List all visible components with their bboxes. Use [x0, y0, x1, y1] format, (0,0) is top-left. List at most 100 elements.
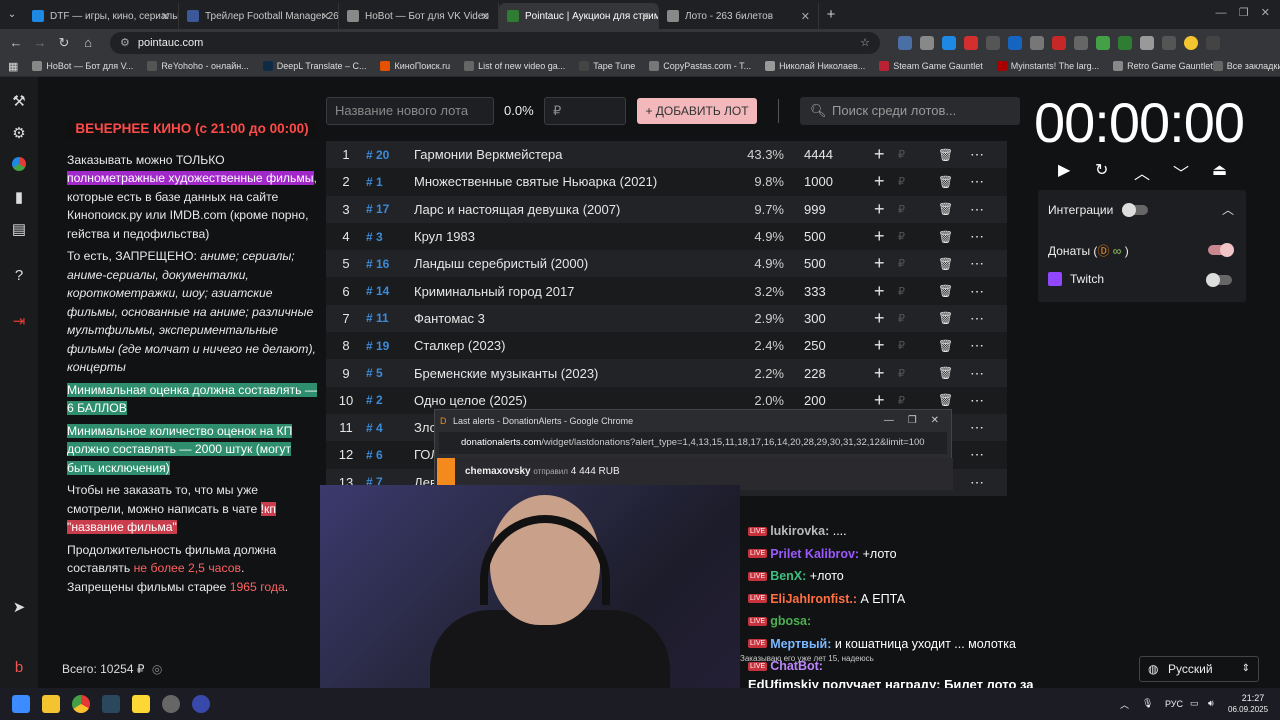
ruble-input[interactable]: ₽: [898, 257, 938, 270]
language-select[interactable]: ◍ Русский ⇕: [1139, 656, 1259, 682]
stats-icon[interactable]: ▮: [10, 189, 28, 207]
windows-start-icon[interactable]: [12, 695, 30, 713]
extension-icon[interactable]: [1118, 35, 1132, 50]
add-lot-button[interactable]: + ДОБАВИТЬ ЛОТ: [637, 98, 757, 124]
lot-amount[interactable]: 1000: [784, 174, 874, 189]
lot-amount[interactable]: 250: [784, 338, 874, 353]
lot-amount[interactable]: 228: [784, 366, 874, 381]
app-icon[interactable]: [192, 695, 210, 713]
lot-amount[interactable]: 500: [784, 229, 874, 244]
lot-name[interactable]: Ландыш серебристый (2000): [414, 256, 714, 271]
home-icon[interactable]: ⌂: [76, 35, 100, 50]
lot-row[interactable]: 2 # 1 Множественные святые Ньюарка (2021) 9…: [326, 168, 1007, 196]
more-icon[interactable]: ⋯: [962, 446, 992, 463]
forward-icon[interactable]: →: [28, 35, 52, 50]
close-icon[interactable]: ✕: [481, 10, 490, 23]
tab-search-icon[interactable]: ⌄: [0, 9, 24, 20]
bookmark[interactable]: Tape Tune: [579, 61, 635, 71]
lot-search-input[interactable]: 🔍︎ Поиск среди лотов...: [800, 97, 1020, 125]
file-explorer-icon[interactable]: [42, 695, 60, 713]
bookmark[interactable]: Steam Game Gauntlet: [879, 61, 983, 71]
trash-icon[interactable]: 🗑︎: [938, 311, 962, 325]
more-icon[interactable]: ⋯: [962, 201, 992, 218]
lot-name[interactable]: Ларс и настоящая девушка (2007): [414, 202, 714, 217]
add-amount-icon[interactable]: +: [874, 335, 898, 356]
lot-name[interactable]: Множественные святые Ньюарка (2021): [414, 174, 714, 189]
more-icon[interactable]: ⋯: [962, 365, 992, 382]
tab-dtf[interactable]: DTF — игры, кино, сериалы, р ✕: [24, 3, 179, 29]
extension-icon[interactable]: [964, 35, 978, 50]
apps-icon[interactable]: ▦: [8, 60, 18, 73]
bookmark[interactable]: List of new video ga...: [464, 61, 565, 71]
ruble-input[interactable]: ₽: [898, 175, 938, 188]
ruble-input[interactable]: ₽: [898, 230, 938, 243]
keyboard-language[interactable]: РУС: [1165, 699, 1183, 709]
reset-icon[interactable]: ↻: [1095, 160, 1108, 180]
lot-row[interactable]: 1 # 20 Гармонии Веркмейстера 43.3% 4444 + ₽ 🗑︎ ⋯: [326, 141, 1007, 169]
mic-icon[interactable]: 🎙︎: [1142, 698, 1153, 709]
lot-row[interactable]: 6 # 14 Криминальный город 2017 3.2% 333 + ₽ 🗑︎ ⋯: [326, 277, 1007, 305]
tab-loto[interactable]: Лото - 263 билетов ✕: [659, 3, 819, 29]
extension-icon[interactable]: [920, 35, 934, 50]
add-amount-icon[interactable]: +: [874, 171, 898, 192]
steam-icon[interactable]: [102, 695, 120, 713]
trash-icon[interactable]: 🗑︎: [938, 257, 962, 271]
new-tab-icon[interactable]: +: [819, 6, 843, 23]
trash-icon[interactable]: 🗑︎: [938, 339, 962, 353]
popup-url[interactable]: donationalerts.com/widget/lastdonations?…: [439, 432, 947, 454]
window-controls[interactable]: — ❐ ✕: [884, 410, 939, 432]
tray-chevron-icon[interactable]: ︿: [1120, 698, 1129, 711]
lot-row[interactable]: 9 # 5 Бременские музыканты (2023) 2.2% 228 + ₽…: [326, 359, 1007, 387]
lot-row[interactable]: 3 # 17 Ларс и настоящая девушка (2007) 9.7%…: [326, 195, 1007, 223]
bookmark[interactable]: CopyPastas.com - T...: [649, 61, 751, 71]
more-icon[interactable]: ⋯: [962, 419, 992, 436]
eye-off-icon[interactable]: ◎: [152, 662, 162, 676]
lot-name[interactable]: Криминальный город 2017: [414, 284, 714, 299]
lot-name[interactable]: Фантомас 3: [414, 311, 714, 326]
url-field[interactable]: ⚙ pointauc.com ☆: [110, 31, 880, 54]
ruble-input[interactable]: ₽: [898, 148, 938, 161]
bookmark[interactable]: Myinstants! The larg...: [996, 61, 1099, 71]
more-icon[interactable]: ⋯: [962, 337, 992, 354]
trash-icon[interactable]: 🗑︎: [938, 202, 962, 216]
add-amount-icon[interactable]: +: [874, 308, 898, 329]
reading-list-icon[interactable]: [1162, 35, 1176, 50]
menu-icon[interactable]: [1206, 35, 1220, 50]
network-icon[interactable]: ▭: [1190, 698, 1199, 709]
add-amount-icon[interactable]: +: [874, 390, 898, 411]
add-amount-icon[interactable]: +: [874, 144, 898, 165]
gear-icon[interactable]: ⚙: [10, 125, 28, 143]
window-controls[interactable]: — ❐ ✕: [1215, 6, 1270, 19]
trash-icon[interactable]: 🗑︎: [938, 366, 962, 380]
more-icon[interactable]: ⋯: [962, 173, 992, 190]
clock[interactable]: 21:27: [1240, 693, 1266, 703]
extension-icon[interactable]: [1030, 35, 1044, 50]
add-amount-icon[interactable]: +: [874, 281, 898, 302]
wheel-icon[interactable]: [12, 157, 26, 171]
all-bookmarks[interactable]: Все закладки: [1212, 61, 1280, 71]
obs-icon[interactable]: [162, 695, 180, 713]
more-icon[interactable]: ⋯: [962, 392, 992, 409]
add-amount-icon[interactable]: +: [874, 226, 898, 247]
more-icon[interactable]: ⋯: [962, 283, 992, 300]
trash-icon[interactable]: 🗑︎: [938, 393, 962, 407]
site-info-icon[interactable]: ⚙: [120, 36, 130, 49]
more-icon[interactable]: ⋯: [962, 255, 992, 272]
trash-icon[interactable]: 🗑︎: [938, 230, 962, 244]
more-icon[interactable]: ⋯: [962, 474, 992, 491]
lot-amount[interactable]: 4444: [784, 147, 874, 162]
extension-icon[interactable]: [1074, 35, 1088, 50]
close-icon[interactable]: ✕: [801, 10, 810, 23]
gavel-icon[interactable]: ⚒: [10, 93, 28, 111]
extension-icon[interactable]: [942, 35, 956, 50]
reload-icon[interactable]: ↻: [52, 35, 76, 51]
lot-amount[interactable]: 200: [784, 393, 874, 408]
extension-icon[interactable]: [1096, 35, 1110, 50]
clipboard-icon[interactable]: ▤: [10, 221, 28, 239]
volume-icon[interactable]: 🔊︎: [1208, 698, 1214, 709]
bookmark[interactable]: Retro Game Gauntlet: [1113, 61, 1213, 71]
bookmark[interactable]: DeepL Translate – С...: [262, 61, 366, 71]
add-amount-icon[interactable]: +: [874, 363, 898, 384]
lot-name[interactable]: Сталкер (2023): [414, 338, 714, 353]
lot-row[interactable]: 5 # 16 Ландыш серебристый (2000) 4.9% 500 + ₽ 🗑…: [326, 250, 1007, 278]
